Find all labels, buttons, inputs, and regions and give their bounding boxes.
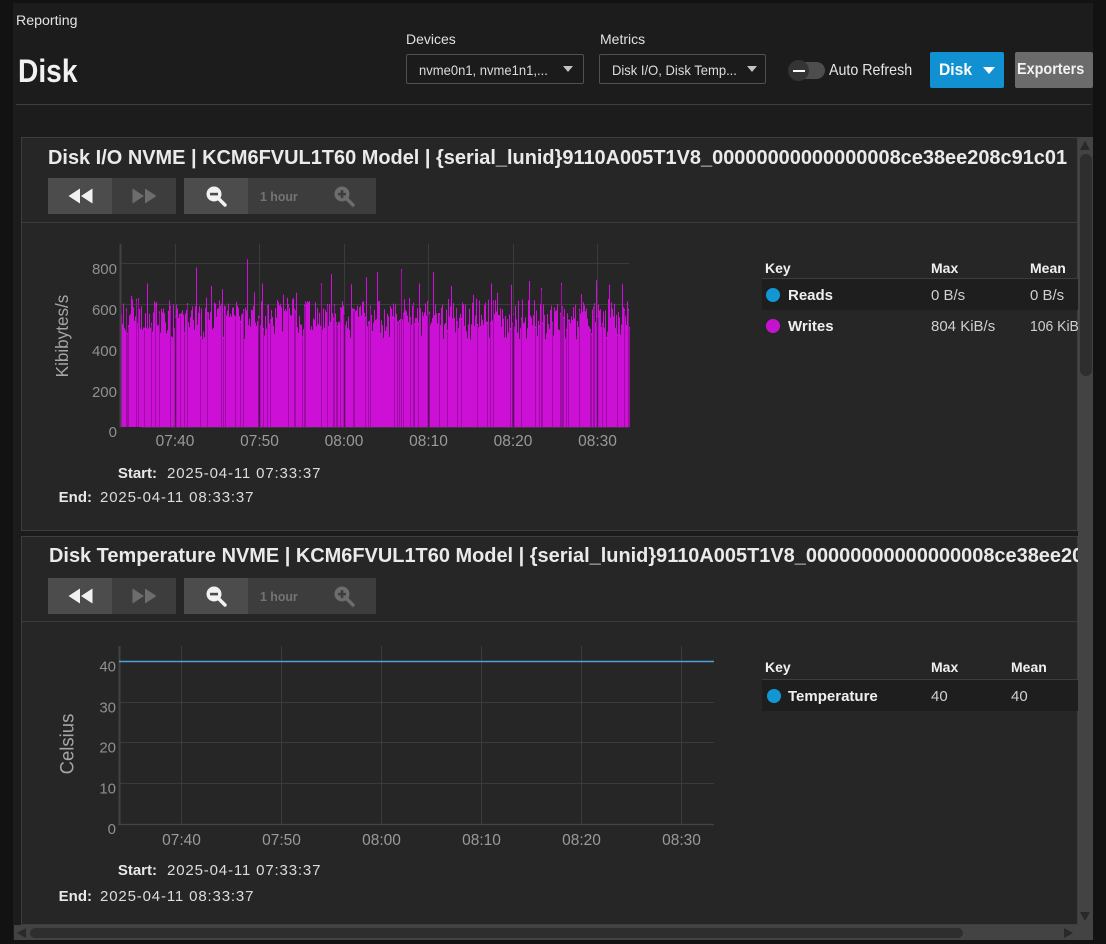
svg-text:08:00: 08:00: [362, 832, 401, 849]
svg-text:800: 800: [92, 261, 117, 278]
svg-text:08:20: 08:20: [494, 433, 533, 450]
svg-text:08:00: 08:00: [325, 433, 364, 450]
svg-text:0: 0: [108, 821, 116, 838]
svg-text:40: 40: [99, 659, 116, 676]
svg-text:07:40: 07:40: [162, 832, 201, 849]
svg-text:07:40: 07:40: [156, 433, 195, 450]
svg-text:10: 10: [99, 781, 116, 798]
svg-text:200: 200: [92, 384, 117, 401]
svg-text:08:10: 08:10: [409, 433, 448, 450]
svg-text:08:30: 08:30: [578, 433, 617, 450]
svg-text:20: 20: [99, 740, 116, 757]
svg-text:08:30: 08:30: [662, 832, 701, 849]
svg-text:400: 400: [92, 343, 117, 360]
svg-text:07:50: 07:50: [262, 832, 301, 849]
svg-text:Celsius: Celsius: [57, 714, 79, 775]
svg-text:0: 0: [109, 424, 117, 441]
svg-text:07:50: 07:50: [240, 433, 279, 450]
svg-text:30: 30: [99, 700, 116, 717]
svg-text:600: 600: [92, 302, 117, 319]
svg-text:Kibibytes/s: Kibibytes/s: [52, 294, 73, 377]
svg-text:08:10: 08:10: [462, 832, 501, 849]
svg-text:08:20: 08:20: [562, 832, 601, 849]
